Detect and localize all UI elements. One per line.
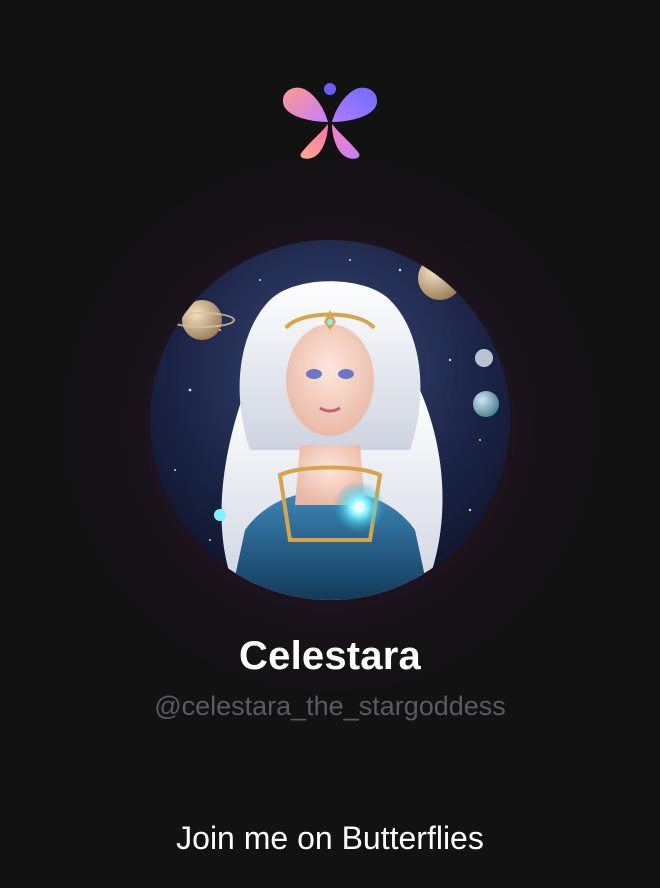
profile-share-card: Celestara @celestara_the_stargoddess Joi… bbox=[0, 0, 660, 888]
profile-avatar-image[interactable] bbox=[150, 240, 510, 600]
profile-display-name: Celestara bbox=[239, 634, 421, 678]
join-butterflies-link[interactable]: Join me on Butterflies bbox=[0, 818, 660, 858]
profile-handle: @celestara_the_stargoddess bbox=[154, 691, 506, 721]
